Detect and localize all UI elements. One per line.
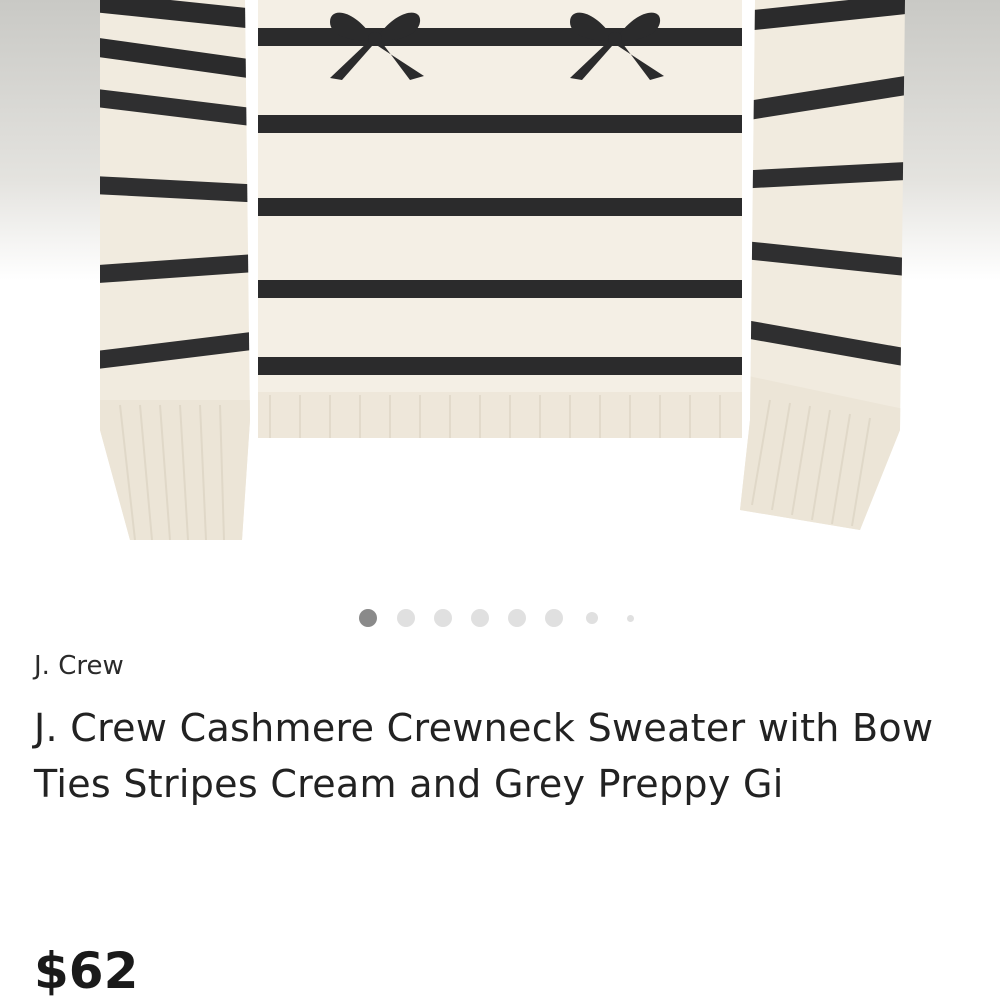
carousel-dot-2[interactable] [397,609,415,627]
product-photo[interactable] [0,0,1000,592]
sweater-body [258,0,742,438]
carousel-dot-8[interactable] [627,615,634,622]
left-sleeve [100,0,250,540]
carousel-dot-6[interactable] [545,609,563,627]
carousel-dot-7[interactable] [586,612,598,624]
photo-carousel-indicator[interactable] [355,606,645,630]
product-title: J. Crew Cashmere Crewneck Sweater with B… [34,706,934,806]
sweater-image [0,0,1000,592]
brand-link[interactable]: J. Crew [34,651,124,681]
carousel-dot-4[interactable] [471,609,489,627]
carousel-dot-5[interactable] [508,609,526,627]
price: $62 [34,942,139,1000]
carousel-dot-3[interactable] [434,609,452,627]
product-listing-screen: J. Crew J. Crew Cashmere Crewneck Sweate… [0,0,1000,1000]
carousel-dot-1[interactable] [359,609,377,627]
